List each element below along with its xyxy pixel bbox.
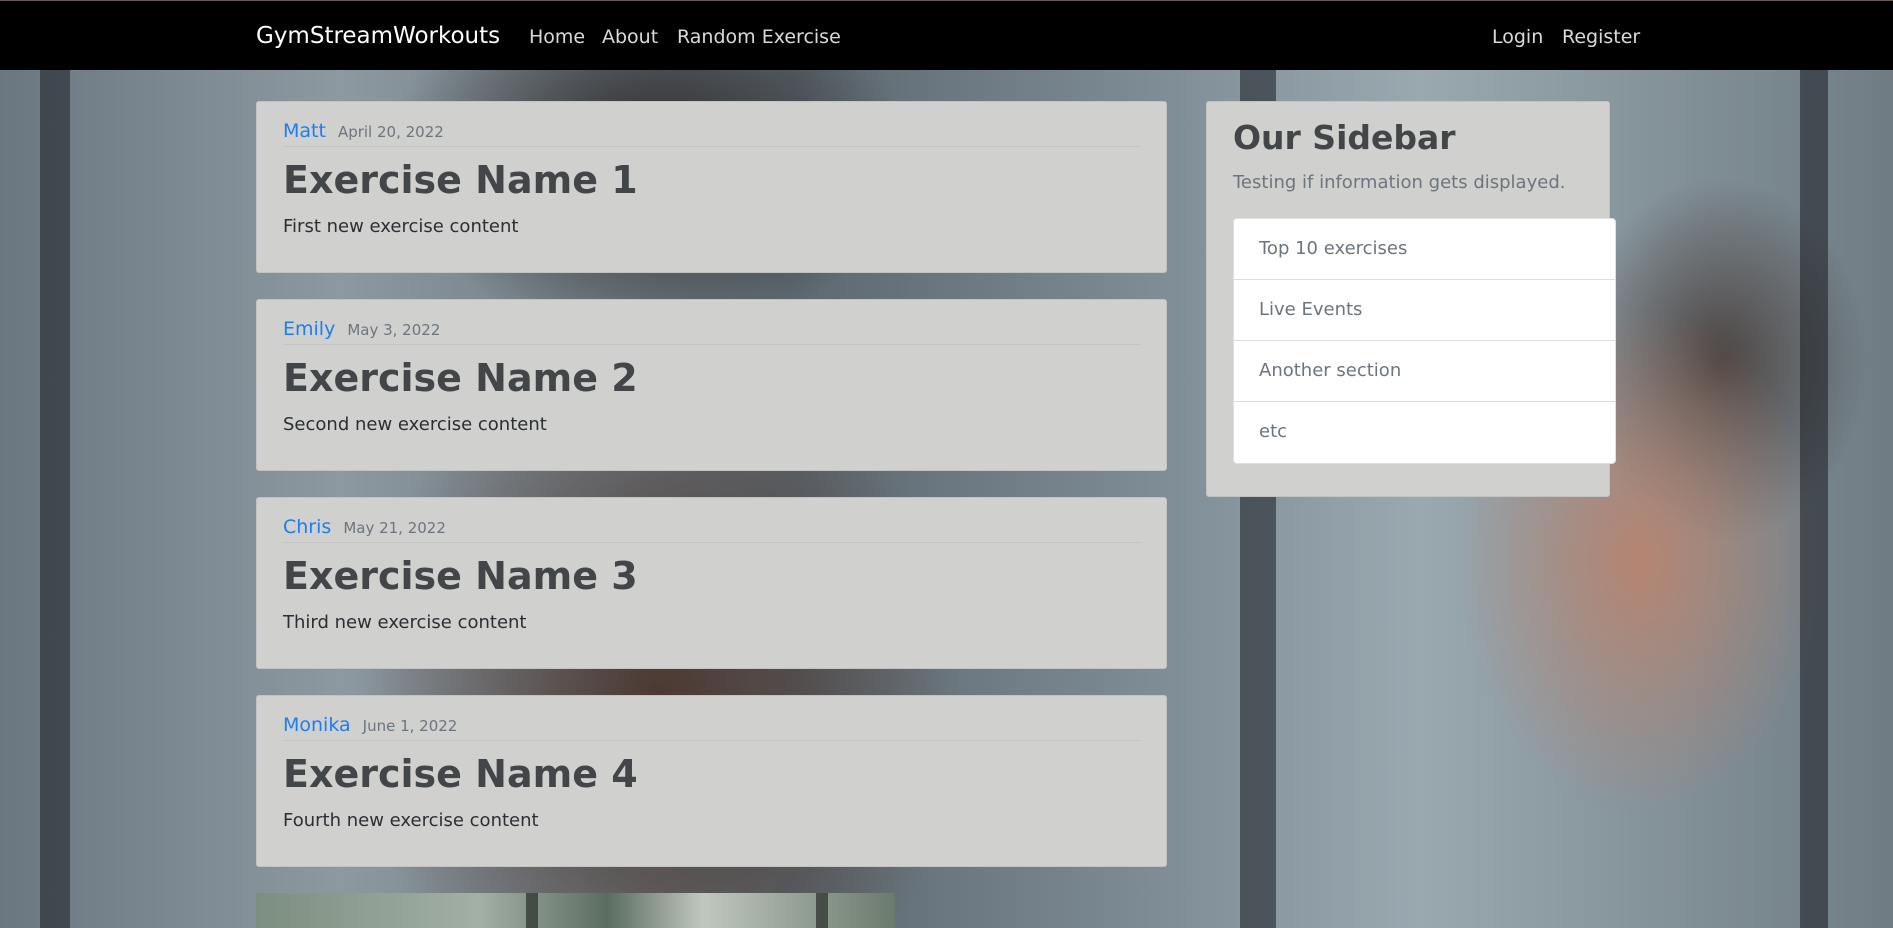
post-date: May 3, 2022 [347,321,441,339]
sidebar-item-live-events[interactable]: Live Events [1234,280,1615,341]
post-author-link[interactable]: Monika [283,714,351,736]
post-card: Monika June 1, 2022 Exercise Name 4 Fourt… [256,695,1167,867]
background-gym-post [40,70,70,928]
image-detail [526,893,538,928]
post-card: Emily May 3, 2022 Exercise Name 2 Second … [256,299,1167,471]
post-author-link[interactable]: Emily [283,318,335,340]
sidebar-subtitle: Testing if information gets displayed. [1233,172,1566,193]
image-detail [816,893,828,928]
post-meta: Matt April 20, 2022 [283,120,1141,147]
sidebar-title: Our Sidebar [1233,118,1456,157]
sidebar-item-etc[interactable]: etc [1234,402,1615,463]
post-content: Fourth new exercise content [283,810,539,831]
sidebar-item-another-section[interactable]: Another section [1234,341,1615,402]
post-content: First new exercise content [283,216,519,237]
post-title[interactable]: Exercise Name 3 [283,554,638,598]
post-title[interactable]: Exercise Name 2 [283,356,638,400]
background-gym-post [1800,70,1828,928]
post-author-link[interactable]: Matt [283,120,326,142]
sidebar-list: Top 10 exercises Live Events Another sec… [1233,218,1616,464]
post-date: May 21, 2022 [343,519,446,537]
sidebar-item-top-10-exercises[interactable]: Top 10 exercises [1234,219,1615,280]
post-image-partial [256,893,895,928]
nav-link-home[interactable]: Home [529,26,585,48]
nav-link-login[interactable]: Login [1492,26,1543,48]
post-meta: Chris May 21, 2022 [283,516,1141,543]
post-meta: Emily May 3, 2022 [283,318,1141,345]
post-content: Third new exercise content [283,612,527,633]
post-date: April 20, 2022 [337,123,444,141]
post-meta: Monika June 1, 2022 [283,714,1141,741]
post-title[interactable]: Exercise Name 1 [283,158,638,202]
post-author-link[interactable]: Chris [283,516,331,538]
nav-link-random-exercise[interactable]: Random Exercise [677,26,841,48]
post-date: June 1, 2022 [362,717,458,735]
post-card: Matt April 20, 2022 Exercise Name 1 First… [256,101,1167,273]
nav-link-register[interactable]: Register [1562,26,1640,48]
brand-link[interactable]: GymStreamWorkouts [256,23,500,49]
nav-link-about[interactable]: About [602,26,658,48]
post-card: Chris May 21, 2022 Exercise Name 3 Third … [256,497,1167,669]
post-content: Second new exercise content [283,414,547,435]
sidebar: Our Sidebar Testing if information gets … [1206,101,1616,497]
post-title[interactable]: Exercise Name 4 [283,752,638,796]
navbar: GymStreamWorkouts Home About Random Exer… [0,0,1893,70]
